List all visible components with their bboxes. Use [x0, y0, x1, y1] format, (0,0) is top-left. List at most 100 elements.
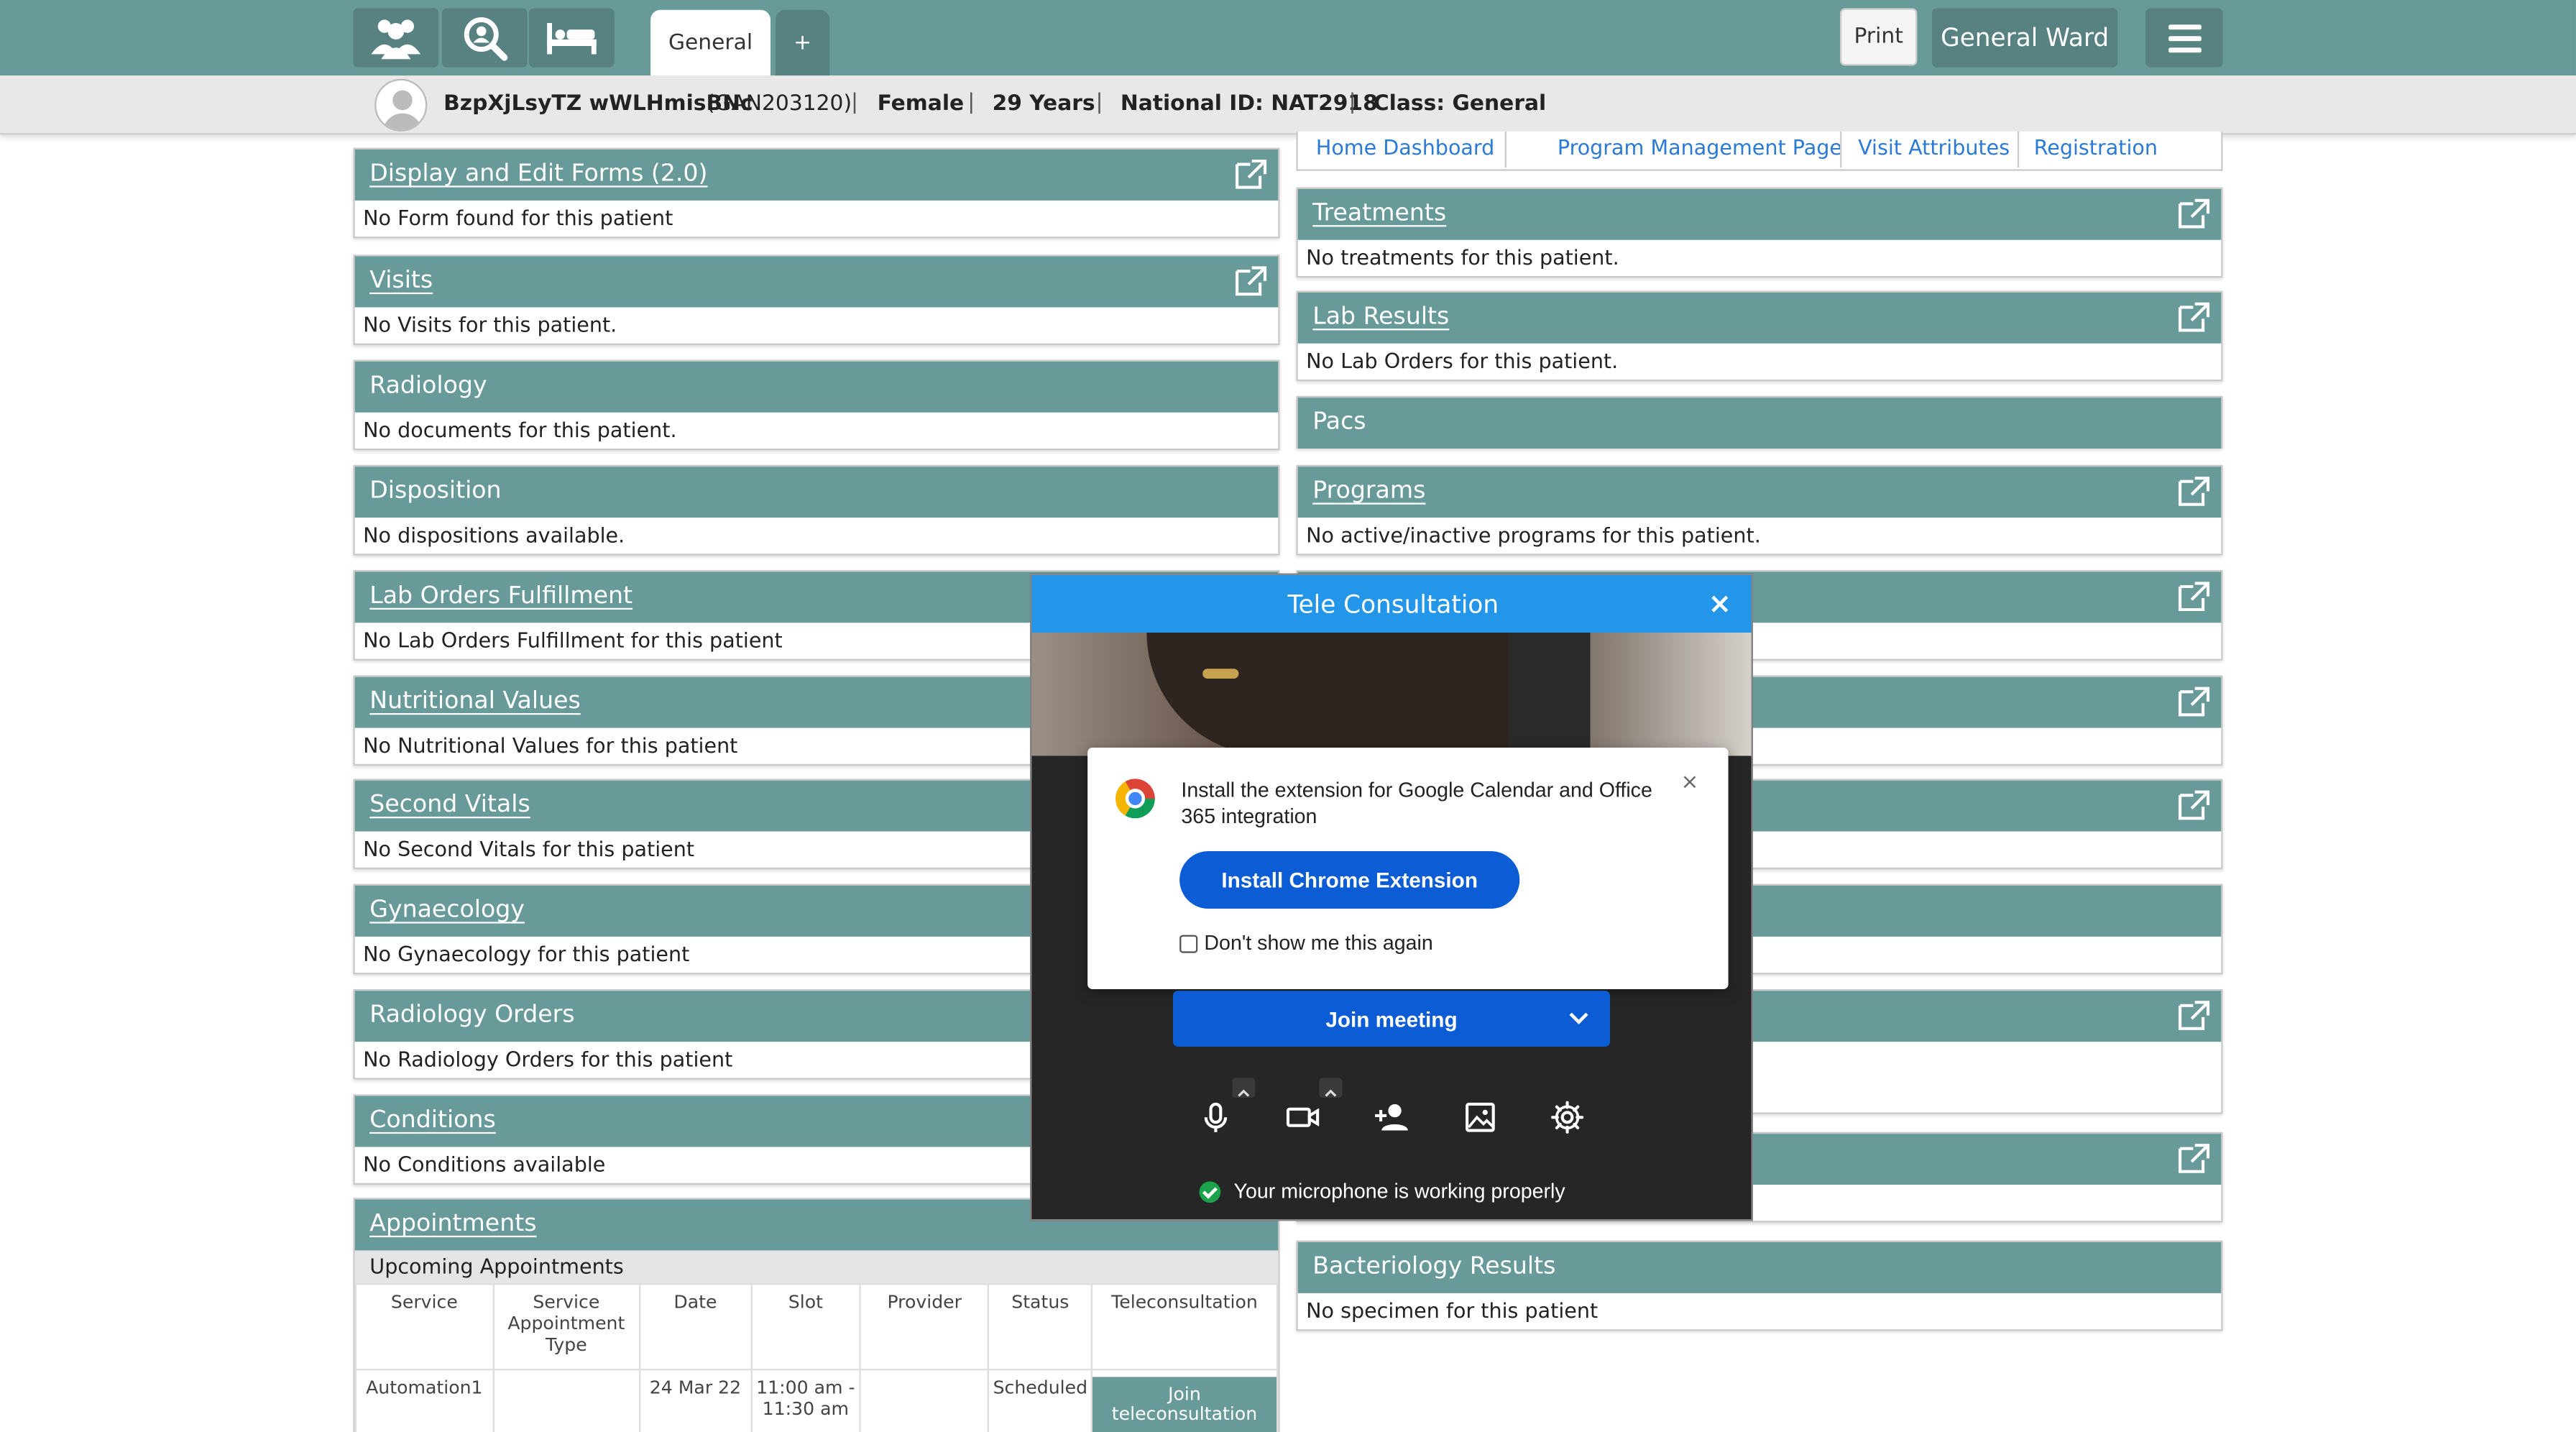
hamburger-menu-icon[interactable] [2145, 8, 2223, 68]
external-link-icon[interactable] [2175, 1142, 2211, 1175]
panel-title[interactable]: Treatments [1312, 201, 1446, 227]
check-circle-icon [1199, 1180, 1221, 1202]
bed-icon[interactable] [528, 8, 615, 68]
panel-message: No Form found for this patient [363, 205, 673, 230]
panel-message: No documents for this patient. [363, 417, 677, 442]
upcoming-appointments-label: Upcoming Appointments [354, 1250, 1279, 1284]
panel-title[interactable]: Lab Orders Fulfillment [369, 583, 632, 610]
panel-message: No treatments for this patient. [1306, 244, 1619, 270]
patients-icon[interactable] [353, 8, 439, 68]
panel-title: Bacteriology Results [1312, 1253, 1556, 1280]
panel-title[interactable]: Lab Results [1312, 304, 1449, 331]
appointments-table: Service Service Appointment Type Date Sl… [354, 1283, 1279, 1432]
panel-display-edit-forms: Display and Edit Forms (2.0) No Form fou… [353, 147, 1280, 239]
panel-pacs: Pacs [1296, 395, 2223, 449]
external-link-icon[interactable] [2175, 789, 2211, 822]
chevron-down-icon[interactable] [1564, 1004, 1593, 1034]
panel-title[interactable]: Conditions [369, 1108, 495, 1134]
join-teleconsultation-button[interactable]: Join teleconsultation [1092, 1377, 1276, 1432]
join-meeting-label: Join meeting [1325, 1007, 1458, 1032]
panel-title: Radiology [369, 372, 487, 400]
add-tab-button[interactable]: + [775, 9, 830, 76]
external-link-icon[interactable] [1232, 157, 1268, 191]
tab-general[interactable]: General [650, 9, 770, 76]
dont-show-again-option[interactable]: Don't show me this again [1179, 932, 1433, 955]
panel-title[interactable]: Programs [1312, 478, 1425, 505]
panel-title: Radiology Orders [369, 1002, 575, 1029]
panel-title: Disposition [369, 478, 502, 505]
panel-title[interactable]: Appointments [369, 1211, 536, 1238]
panel-programs: Programs No active/inactive programs for… [1296, 464, 2223, 556]
panel-appointments: Appointments Upcoming Appointments Servi… [353, 1198, 1280, 1432]
camera-options-caret[interactable] [1319, 1078, 1343, 1098]
panel-visits: Visits No Visits for this patient. [353, 254, 1280, 345]
panel-message: No active/inactive programs for this pat… [1306, 522, 1761, 548]
popup-close-icon[interactable]: × [1680, 771, 1698, 795]
cell-type [492, 1368, 640, 1432]
table-header: Slot [750, 1283, 861, 1371]
patient-id: (GAN203120) [706, 91, 852, 117]
table-header: Date [638, 1283, 753, 1371]
dont-show-checkbox[interactable] [1179, 934, 1198, 953]
patient-info-bar: BzpXjLsyTZ wWLHmisBNc (GAN203120) | Fema… [0, 75, 2576, 135]
chrome-extension-popup: Install the extension for Google Calenda… [1087, 747, 1729, 989]
add-participant-icon[interactable] [1372, 1098, 1412, 1137]
cell-slot: 11:00 am - 11:30 am [750, 1368, 861, 1432]
table-header: Service Appointment Type [492, 1283, 640, 1371]
panel-title[interactable]: Visits [369, 268, 433, 295]
table-header: Teleconsultation [1090, 1283, 1279, 1371]
background-image-icon[interactable] [1460, 1098, 1500, 1137]
external-link-icon[interactable] [2175, 580, 2211, 613]
table-header: Service [354, 1283, 494, 1371]
panel-title[interactable]: Display and Edit Forms (2.0) [369, 161, 707, 188]
modal-title: Tele Consultation [1031, 574, 1752, 633]
panel-title[interactable]: Second Vitals [369, 792, 530, 819]
panel-bacteriology-results: Bacteriology Results No specimen for thi… [1296, 1240, 2223, 1331]
external-link-icon[interactable] [2175, 999, 2211, 1032]
panel-disposition: Disposition No dispositions available. [353, 464, 1280, 556]
modal-close-icon[interactable]: × [1708, 588, 1732, 621]
table-header: Provider [859, 1283, 990, 1371]
popup-message: Install the extension for Google Calenda… [1181, 779, 1652, 828]
install-chrome-extension-button[interactable]: Install Chrome Extension [1179, 850, 1520, 909]
panel-title[interactable]: Nutritional Values [369, 689, 580, 715]
panel-title[interactable]: Gynaecology [369, 897, 525, 924]
dont-show-label: Don't show me this again [1204, 931, 1433, 955]
external-link-icon[interactable] [2175, 300, 2211, 334]
external-link-icon[interactable] [2175, 685, 2211, 718]
table-header: Status [988, 1283, 1092, 1371]
cell-provider [859, 1368, 990, 1432]
panel-message: No Visits for this patient. [363, 312, 617, 337]
mic-options-caret[interactable] [1232, 1078, 1256, 1098]
dashboard-links: Home Dashboard Program Management Page V… [1296, 131, 2223, 171]
external-link-icon[interactable] [2175, 197, 2211, 230]
table-row: Automation1 24 Mar 22 11:00 am - 11:30 a… [354, 1368, 1279, 1432]
panel-title: Pacs [1312, 409, 1366, 436]
panel-message: No specimen for this patient [1306, 1298, 1598, 1323]
external-link-icon[interactable] [2175, 475, 2211, 508]
microphone-status: Your microphone is working properly [1199, 1180, 1565, 1203]
settings-gear-icon[interactable] [1547, 1098, 1587, 1137]
microphone-status-text: Your microphone is working properly [1233, 1180, 1565, 1203]
general-ward-button[interactable]: General Ward [1931, 8, 2118, 68]
patient-age: 29 Years [992, 91, 1095, 117]
link-home-dashboard[interactable]: Home Dashboard [1316, 134, 1494, 159]
join-meeting-button[interactable]: Join meeting [1172, 991, 1610, 1047]
cell-date: 24 Mar 22 [638, 1368, 753, 1432]
link-program-management[interactable]: Program Management Page [1558, 134, 1842, 159]
microphone-icon[interactable] [1196, 1098, 1236, 1137]
camera-icon[interactable] [1283, 1098, 1322, 1137]
external-link-icon[interactable] [1232, 265, 1268, 298]
top-navbar: General + Print General Ward [0, 0, 2576, 76]
print-button[interactable]: Print [1839, 8, 1918, 66]
link-visit-attributes[interactable]: Visit Attributes [1858, 134, 2010, 159]
video-preview [1031, 632, 1752, 756]
panel-message: No dispositions available. [363, 522, 625, 548]
patient-national-id: National ID: NAT2918 [1120, 91, 1378, 117]
link-registration[interactable]: Registration [2034, 134, 2158, 159]
panel-radiology: Radiology No documents for this patient. [353, 359, 1280, 451]
panel-message: No Lab Orders for this patient. [1306, 348, 1619, 373]
patient-gender: Female [877, 91, 965, 117]
patient-avatar [374, 78, 428, 132]
search-patient-icon[interactable] [441, 8, 528, 68]
